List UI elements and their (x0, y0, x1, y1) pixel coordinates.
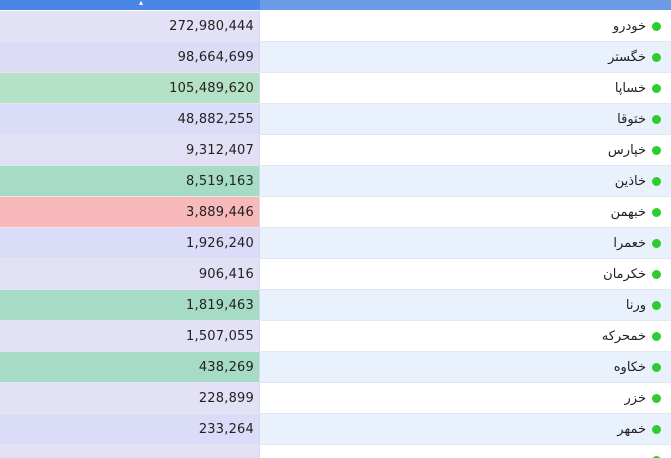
table-row[interactable] (0, 445, 671, 458)
symbol-label: خاذین (614, 173, 646, 189)
symbol-label: خودرو (612, 18, 646, 34)
table-row[interactable]: 906,416 خکرمان (0, 259, 671, 290)
symbol-label: خزر (624, 390, 647, 406)
value-cell: 438,269 (0, 352, 260, 382)
table-row[interactable]: 8,519,163 خاذین (0, 166, 671, 197)
status-dot-icon (652, 83, 661, 93)
status-dot-icon (652, 238, 661, 248)
symbol-cell[interactable]: خمهر (260, 414, 671, 444)
value-cell: 228,899 (0, 383, 260, 413)
symbol-cell[interactable]: خگستر (260, 42, 671, 72)
symbol-label: خکاوه (613, 359, 646, 375)
symbol-label: خمحرکه (601, 328, 646, 344)
table-row[interactable]: 233,264 خمهر (0, 414, 671, 445)
symbol-label: خعمرا (613, 235, 646, 251)
table-body: 272,980,444 خودرو 98,664,699 خگستر 105,489,6… (0, 11, 671, 458)
status-dot-icon (652, 145, 661, 155)
symbol-label: خکرمان (603, 266, 646, 282)
status-dot-icon (652, 300, 661, 310)
symbol-label: خگستر (608, 49, 646, 65)
status-dot-icon (652, 114, 661, 124)
table-row[interactable]: 105,489,620 خساپا (0, 73, 671, 104)
symbol-label: ورنا (625, 297, 646, 313)
value-cell: 1,507,055 (0, 321, 260, 351)
status-dot-icon (652, 207, 661, 217)
value-cell: 8,519,163 (0, 166, 260, 196)
value-cell: 9,312,407 (0, 135, 260, 165)
table-row[interactable]: 272,980,444 خودرو (0, 11, 671, 42)
table-row[interactable]: 1,507,055 خمحرکه (0, 321, 671, 352)
symbol-cell[interactable]: ختوقا (260, 104, 671, 134)
table-row[interactable]: 1,926,240 خعمرا (0, 228, 671, 259)
value-cell: 98,664,699 (0, 42, 260, 72)
value-cell: 3,889,446 (0, 197, 260, 227)
status-dot-icon (652, 21, 661, 31)
symbol-label: خساپا (614, 80, 646, 96)
table-row[interactable]: 98,664,699 خگستر (0, 42, 671, 73)
symbol-label: خمهر (617, 421, 646, 437)
symbol-cell[interactable]: خکرمان (260, 259, 671, 289)
value-cell (0, 445, 260, 458)
table-row[interactable]: 48,882,255 ختوقا (0, 104, 671, 135)
symbol-cell[interactable]: خاذین (260, 166, 671, 196)
symbol-label: ختوقا (617, 111, 646, 127)
header-name-column[interactable] (260, 0, 671, 10)
value-cell: 906,416 (0, 259, 260, 289)
value-cell: 48,882,255 (0, 104, 260, 134)
symbol-cell[interactable]: خودرو (260, 11, 671, 41)
symbol-cell[interactable]: ورنا (260, 290, 671, 320)
sort-icon[interactable]: ▴ (139, 0, 147, 7)
status-dot-icon (652, 424, 661, 434)
symbol-cell[interactable]: خپارس (260, 135, 671, 165)
symbol-cell[interactable]: خزر (260, 383, 671, 413)
symbol-cell[interactable]: خمحرکه (260, 321, 671, 351)
symbol-label: خپارس (607, 142, 646, 158)
value-cell: 1,926,240 (0, 228, 260, 258)
symbol-cell[interactable] (260, 445, 671, 458)
table-row[interactable]: 438,269 خکاوه (0, 352, 671, 383)
value-cell: 272,980,444 (0, 11, 260, 41)
status-dot-icon (652, 362, 661, 372)
value-cell: 1,819,463 (0, 290, 260, 320)
status-dot-icon (652, 331, 661, 341)
table-row[interactable]: 9,312,407 خپارس (0, 135, 671, 166)
symbol-cell[interactable]: خکاوه (260, 352, 671, 382)
stock-table: ▴ 272,980,444 خودرو 98,664,699 خگستر 105,489… (0, 0, 671, 458)
header-value-column[interactable]: ▴ (0, 0, 260, 10)
value-cell: 233,264 (0, 414, 260, 444)
table-row[interactable]: 3,889,446 خبهمن (0, 197, 671, 228)
value-cell: 105,489,620 (0, 73, 260, 103)
symbol-cell[interactable]: خبهمن (260, 197, 671, 227)
table-row[interactable]: 1,819,463 ورنا (0, 290, 671, 321)
status-dot-icon (652, 176, 661, 186)
symbol-cell[interactable]: خساپا (260, 73, 671, 103)
status-dot-icon (652, 52, 661, 62)
symbol-label: خبهمن (610, 204, 646, 220)
table-header: ▴ (0, 0, 671, 10)
status-dot-icon (652, 269, 661, 279)
status-dot-icon (652, 393, 661, 403)
symbol-cell[interactable]: خعمرا (260, 228, 671, 258)
table-row[interactable]: 228,899 خزر (0, 383, 671, 414)
